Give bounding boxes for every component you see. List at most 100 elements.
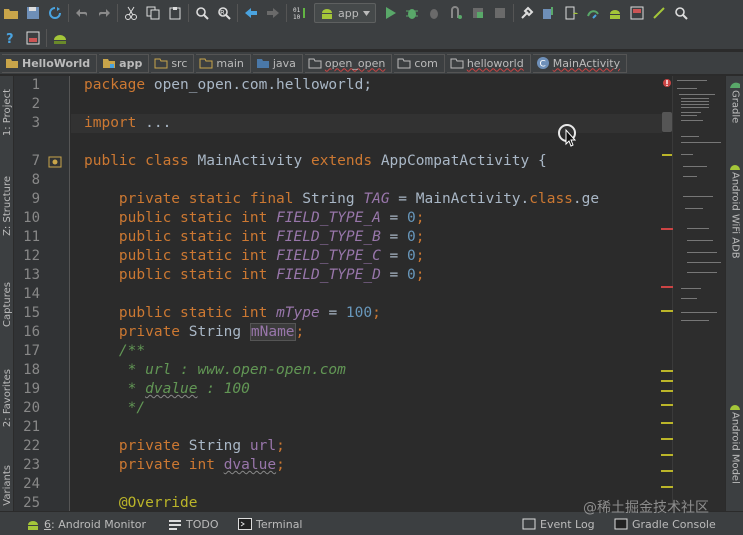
cut-icon[interactable] (120, 2, 142, 24)
project-structure-icon[interactable] (516, 2, 538, 24)
tab-terminal[interactable]: Terminal (238, 513, 303, 535)
coverage-icon[interactable] (467, 2, 489, 24)
tab-android-monitor[interactable]: 6: Android Monitor (26, 513, 146, 535)
tab-build-variants[interactable]: Variants (0, 460, 14, 510)
run-configuration-dropdown[interactable]: app (314, 3, 376, 23)
toolbar-separator (46, 29, 47, 47)
theme-icon[interactable] (648, 2, 670, 24)
warning-marker[interactable] (661, 454, 673, 456)
warning-marker[interactable] (662, 154, 672, 156)
code-minimap[interactable] (661, 76, 725, 511)
sdk-manager-icon[interactable] (538, 2, 560, 24)
code-token: ; (415, 210, 425, 226)
tab-favorites[interactable]: 2: Favorites (0, 362, 14, 434)
open-icon[interactable] (0, 2, 22, 24)
breadcrumb-item-mainactivity[interactable]: C MainActivity (532, 53, 628, 73)
find-icon[interactable] (191, 2, 213, 24)
warning-marker[interactable] (661, 390, 673, 392)
breadcrumb-item-java[interactable]: java (252, 53, 303, 73)
breadcrumb-item-main[interactable]: main (196, 53, 251, 73)
warning-marker[interactable] (661, 486, 673, 488)
save-icon[interactable] (22, 2, 44, 24)
breadcrumb-label: helloworld (466, 56, 524, 70)
warning-marker[interactable] (661, 438, 673, 440)
attach-debugger-icon[interactable] (423, 2, 445, 24)
tab-android-model[interactable]: Android Model (728, 402, 742, 502)
warning-marker[interactable] (661, 422, 673, 424)
svg-text:C: C (539, 60, 545, 70)
tab-project[interactable]: 1: Project (0, 80, 14, 146)
run-configuration-label: app (338, 6, 359, 20)
breadcrumb-label: src (171, 56, 188, 70)
line-number: 3 (31, 115, 40, 131)
tab-gradle[interactable]: Gradle (728, 80, 742, 140)
code-token: = (380, 267, 408, 283)
error-marker[interactable] (661, 228, 673, 230)
error-indicator-icon[interactable] (662, 78, 672, 88)
minimap-line (685, 208, 703, 209)
debug-icon[interactable] (401, 2, 423, 24)
minimap-line (677, 88, 697, 89)
layout-icon[interactable] (626, 2, 648, 24)
sync-icon[interactable] (44, 2, 66, 24)
line-number: 19 (23, 381, 40, 397)
code-token: private (118, 438, 181, 454)
avd-manager-icon[interactable] (560, 2, 582, 24)
tab-structure[interactable]: Z: Structure (0, 168, 14, 244)
package-icon (450, 58, 464, 69)
tab-android-wifi-adb[interactable]: Android WiFi ADB (728, 162, 742, 282)
code-token: ; (415, 248, 425, 264)
code-token: = (319, 305, 346, 321)
code-token: class (529, 191, 573, 207)
paste-icon[interactable] (164, 2, 186, 24)
redo-icon[interactable] (93, 2, 115, 24)
minimap-line (681, 154, 693, 155)
forward-icon[interactable] (262, 2, 284, 24)
breadcrumb-label: app (119, 56, 143, 70)
watermark: @稀土掘金技术社区 (583, 500, 709, 516)
breadcrumb-item-helloworld[interactable]: HelloWorld (2, 53, 98, 73)
undo-icon[interactable] (71, 2, 93, 24)
scrollbar-thumb[interactable] (662, 112, 672, 132)
help-icon[interactable]: ? (0, 27, 22, 49)
minimap-line (681, 298, 697, 299)
settings-icon[interactable] (22, 27, 44, 49)
breadcrumb-item-app[interactable]: app (99, 53, 150, 73)
code-token: private int (118, 457, 224, 473)
warning-marker[interactable] (661, 470, 673, 472)
breadcrumb-label: main (216, 56, 244, 70)
override-marker-icon[interactable] (48, 156, 62, 168)
android-device-monitor-icon[interactable] (604, 2, 626, 24)
run-icon[interactable] (379, 2, 401, 24)
editor-gutter: 1 2 3 7 8 9 10 11 12 13 14 15 16 17 18 1… (14, 76, 82, 511)
breadcrumb-item-src[interactable]: src (151, 53, 195, 73)
stop-icon[interactable] (489, 2, 511, 24)
minimap-line (683, 166, 707, 167)
tab-gradle-label: Gradle (729, 90, 741, 124)
minimap-line (679, 94, 715, 95)
breadcrumb-item-com[interactable]: com (394, 53, 445, 73)
search-everywhere-icon[interactable] (670, 2, 692, 24)
code-line: /** (84, 342, 145, 361)
tab-todo[interactable]: TODO (168, 513, 219, 535)
warning-marker[interactable] (661, 370, 673, 372)
back-icon[interactable] (240, 2, 262, 24)
warning-marker[interactable] (661, 380, 673, 382)
tab-captures[interactable]: Captures (0, 274, 14, 334)
warning-marker[interactable] (661, 310, 673, 312)
error-stripe[interactable] (662, 76, 672, 511)
binary-icon[interactable]: 01 10 (289, 2, 311, 24)
replace-icon[interactable]: R (213, 2, 235, 24)
breadcrumb-label: com (414, 56, 438, 70)
code-token: = MainActivity. (389, 191, 530, 207)
android-icon[interactable] (49, 27, 71, 49)
code-token: public static int (118, 210, 277, 226)
apply-changes-icon[interactable] (445, 2, 467, 24)
warning-marker[interactable] (661, 404, 673, 406)
error-marker[interactable] (661, 286, 673, 288)
breadcrumb-item-open-open[interactable]: open_open (304, 53, 393, 73)
line-number: 16 (23, 324, 40, 340)
sync-gradle-icon[interactable] (582, 2, 604, 24)
breadcrumb-item-helloworld-package[interactable]: helloworld (446, 53, 531, 73)
copy-icon[interactable] (142, 2, 164, 24)
